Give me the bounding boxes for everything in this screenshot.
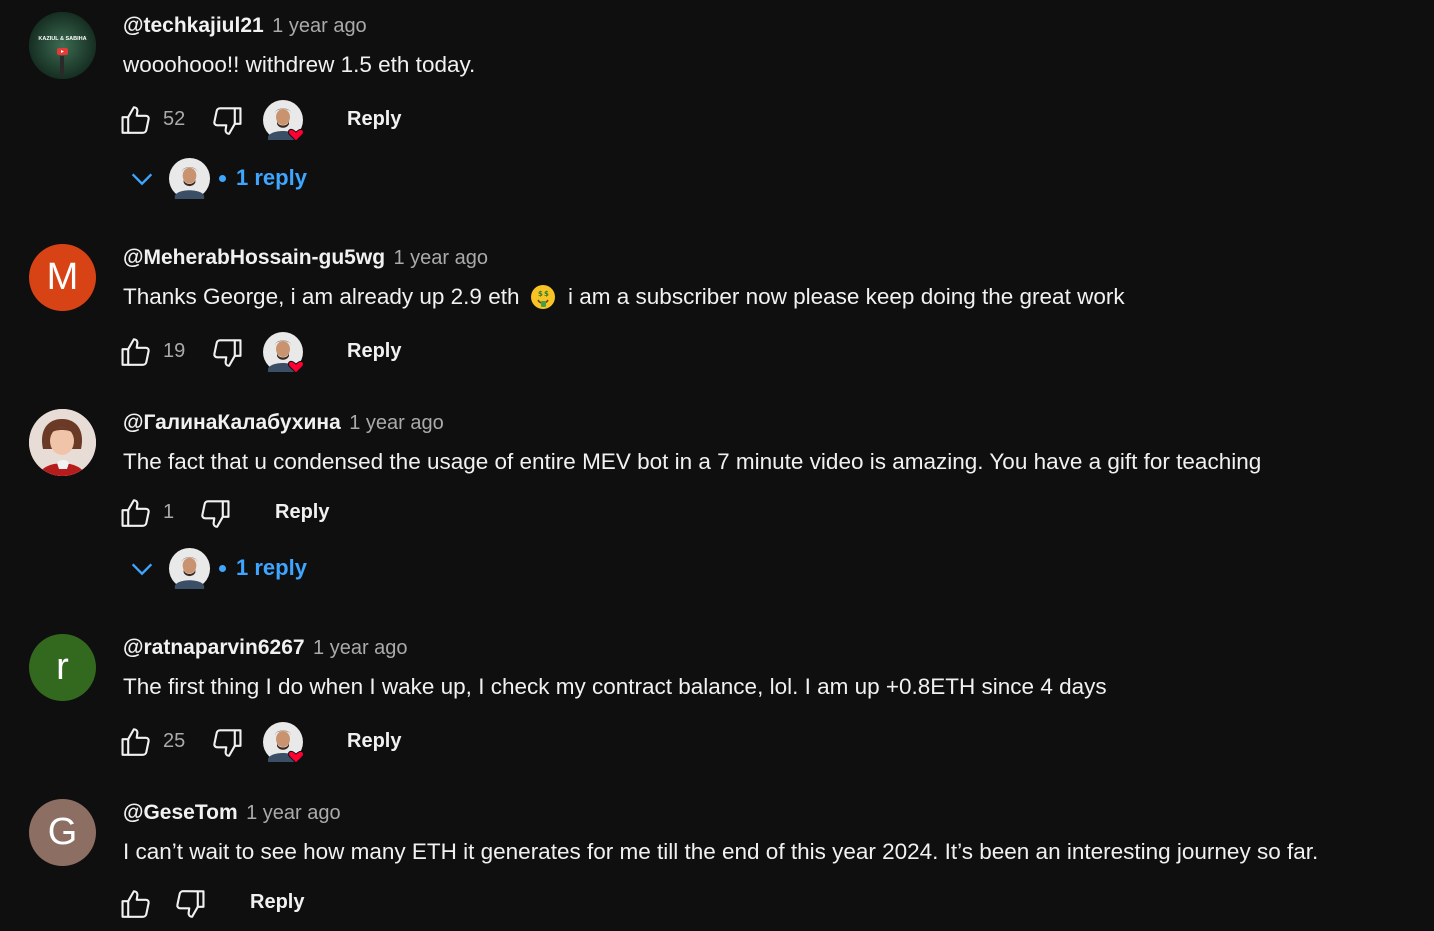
thumbs-up-icon [121,728,150,756]
comment-text: The fact that u condensed the usage of e… [123,449,1262,474]
comment-text: Thanks George, i am already up 2.9 eth $… [123,284,1125,310]
like-count: 52 [163,108,186,130]
author-avatar[interactable]: KAZIUL & SABIHA [29,12,96,79]
comment-header: @MeherabHossain-gu5wg 1 year ago [123,246,488,270]
thumbs-down-icon [176,890,205,918]
creator-heart-badge [262,721,305,764]
like-button[interactable] [118,102,154,138]
author-name[interactable]: @techkajiul21 [123,14,264,37]
comment-text: I can’t wait to see how many ETH it gene… [123,839,1319,864]
comment-text-part: i am a subscriber now please keep doing … [568,284,1125,309]
comment-header: @ratnaparvin6267 1 year ago [123,636,408,660]
like-count: 1 [163,501,175,523]
money-mouth-face-icon: $ $ [530,285,555,309]
svg-text:$: $ [538,290,543,298]
reply-button[interactable]: Reply [275,501,329,524]
comment-text: wooohooo!! withdrew 1.5 eth today. [123,52,476,77]
comment-header: @techkajiul21 1 year ago [123,14,367,38]
chevron-down-icon [131,173,153,186]
author-avatar[interactable]: G [29,799,96,866]
reply-button[interactable]: Reply [347,340,401,363]
like-button[interactable] [118,724,154,760]
dislike-button[interactable] [209,335,245,371]
comment-timestamp[interactable]: 1 year ago [393,247,488,269]
like-button[interactable] [118,334,154,370]
dislike-button[interactable] [209,725,245,761]
avatar-letter: r [56,646,69,688]
thumbs-down-icon [213,729,242,757]
separator-dot [219,175,226,182]
like-button[interactable] [118,495,154,531]
like-count: 19 [163,340,186,362]
author-avatar[interactable] [29,409,96,476]
reply-button[interactable]: Reply [250,891,304,914]
avatar-letter: G [47,811,78,853]
dislike-button[interactable] [172,886,208,922]
thumbs-down-icon [213,339,242,367]
replier-avatar [168,157,211,200]
comment-timestamp[interactable]: 1 year ago [349,412,444,434]
author-name[interactable]: @GeseTom [123,801,238,824]
comment-timestamp[interactable]: 1 year ago [246,802,341,824]
author-avatar[interactable]: M [29,244,96,311]
thumbs-down-icon [201,500,230,528]
comment-timestamp[interactable]: 1 year ago [313,637,408,659]
replies-count-link[interactable]: 1 reply [236,555,307,581]
author-name[interactable]: @ratnaparvin6267 [123,636,305,659]
channel-logo-icon: KAZIUL & SABIHA [29,12,96,79]
replies-count-link[interactable]: 1 reply [236,165,307,191]
thumbs-up-icon [121,338,150,366]
comment-header: @GeseTom 1 year ago [123,801,341,825]
author-name[interactable]: @ГалинаКалабухина [123,411,341,434]
comment-text-part: Thanks George, i am already up 2.9 eth [123,284,520,309]
chevron-down-icon [131,563,153,576]
comment-header: @ГалинаКалабухина 1 year ago [123,411,444,435]
reply-button[interactable]: Reply [347,730,401,753]
comment-timestamp[interactable]: 1 year ago [272,15,367,37]
view-replies-button[interactable]: 1 reply [128,157,328,201]
thumbs-up-icon [121,890,150,918]
svg-text:$: $ [544,290,549,298]
author-name[interactable]: @MeherabHossain-gu5wg [123,246,385,269]
view-replies-button[interactable]: 1 reply [128,547,328,591]
dislike-button[interactable] [197,496,233,532]
reply-button[interactable]: Reply [347,108,401,131]
creator-heart-badge [262,331,305,374]
creator-heart-badge [262,99,305,142]
replier-avatar [168,547,211,590]
author-avatar[interactable]: r [29,634,96,701]
thumbs-up-icon [121,106,150,134]
thumbs-down-icon [213,107,242,135]
separator-dot [219,565,226,572]
avatar-letter: M [46,256,79,298]
thumbs-up-icon [121,499,150,527]
channel-logo-text: KAZIUL & SABIHA [38,36,86,42]
comment-text: The first thing I do when I wake up, I c… [123,674,1107,699]
like-count: 25 [163,730,186,752]
profile-photo-icon [29,409,96,476]
dislike-button[interactable] [209,103,245,139]
like-button[interactable] [118,886,154,922]
